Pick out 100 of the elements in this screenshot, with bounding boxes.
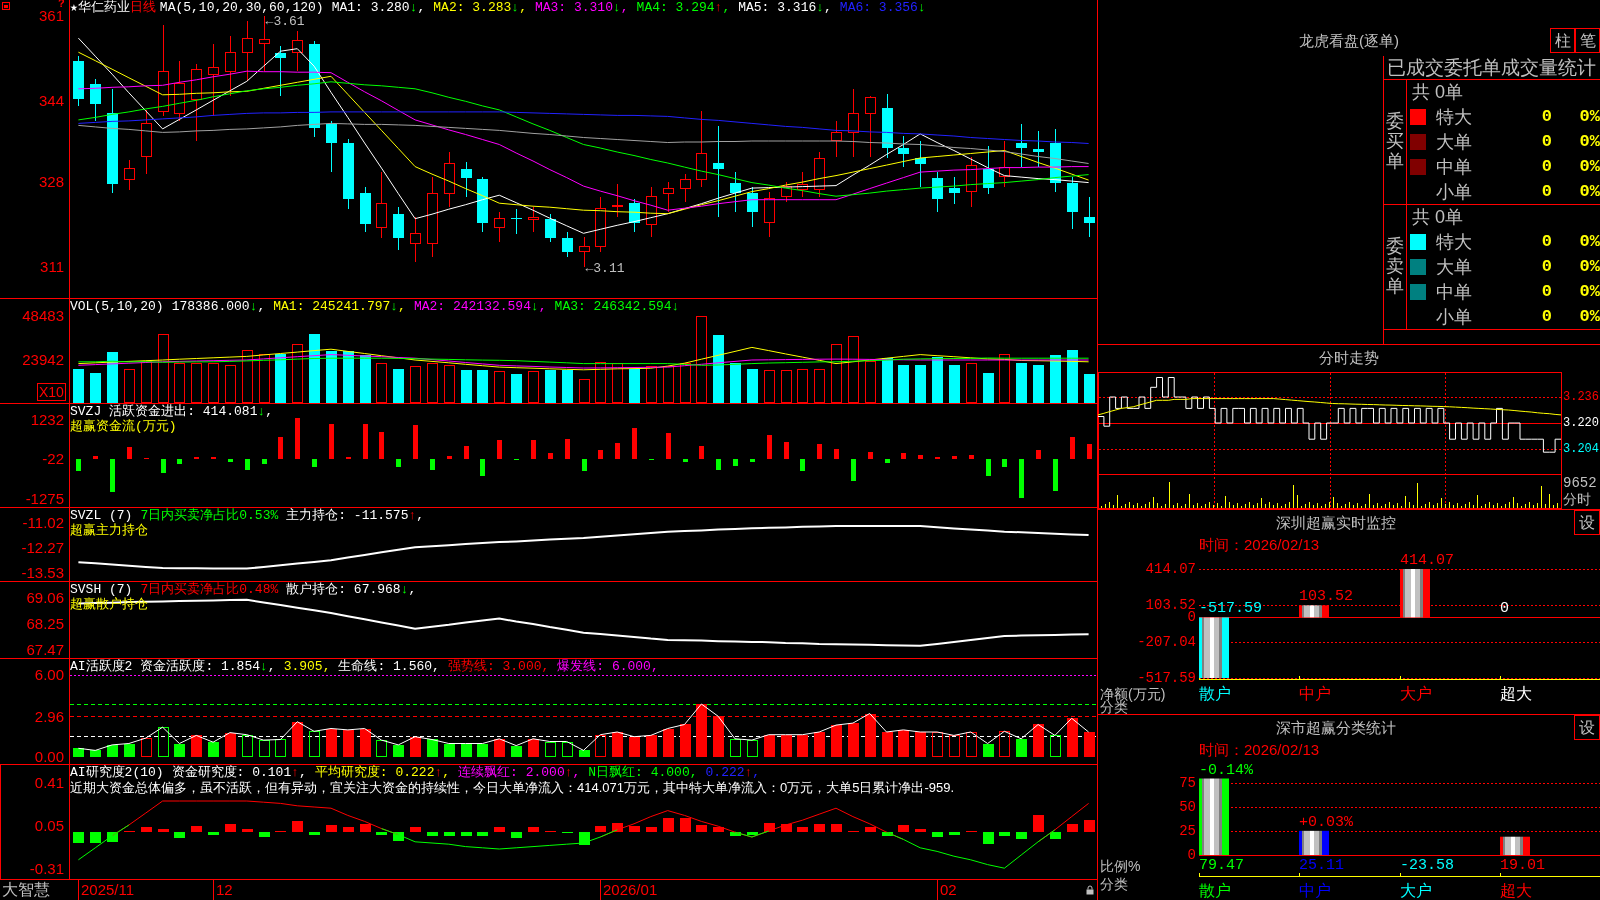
order-count: 0 [1541, 306, 1552, 327]
legend-value: 资金研究度: 0.101↑, [171, 765, 307, 780]
candle [275, 45, 286, 97]
settings-button[interactable]: 设 [1574, 510, 1600, 535]
order-share: 0% [1579, 232, 1600, 253]
order-total: 共 0单 [1412, 82, 1463, 103]
legend-value: 7日内买卖净占比0.48% [140, 582, 279, 597]
indicator-name: AI研究度2(10) [70, 765, 164, 780]
brand-label: 大智慧 [2, 881, 50, 899]
toggle-button[interactable]: 笔 [1575, 28, 1600, 53]
axis-tick-label: 361 [38, 9, 64, 24]
candle [932, 171, 943, 213]
category-label: 中户 [1299, 686, 1331, 702]
axis-tick-label: 75 [1179, 776, 1196, 789]
candle [797, 171, 808, 198]
change-label: -0.14% [1199, 762, 1253, 778]
axis-tick-label: 3.236 [1563, 391, 1599, 403]
price-annotation: ←3.11 [585, 261, 625, 275]
category-label: 中户 [1299, 883, 1331, 899]
candle [966, 156, 977, 208]
legend-value: 3.905, [283, 659, 331, 674]
candle [1033, 130, 1044, 168]
date-label: 2026/01 [600, 880, 658, 900]
indicator-subtitle: 超赢资金流(万元) [70, 419, 177, 434]
candle [410, 216, 421, 263]
volume-unit-label: X10 [37, 383, 66, 401]
candle [999, 140, 1010, 188]
price-annotation: ←3.61 [265, 15, 305, 29]
candle [292, 30, 303, 72]
toggle-button[interactable]: 柱 [1550, 28, 1575, 53]
legend-value: MA2: 242132.594↓, [413, 299, 547, 314]
candle [90, 78, 101, 122]
order-share: 0% [1579, 257, 1600, 277]
order-count: 0 [1541, 132, 1552, 152]
axis-tick-label: 0.00 [34, 750, 64, 765]
date-label: 12 [213, 880, 233, 900]
axis-tick-label: 0.05 [34, 819, 64, 834]
category-label: 散户 [1199, 686, 1231, 702]
axis-tick-label: 1232 [30, 412, 64, 427]
order-count: 0 [1541, 107, 1552, 128]
order-size-label: 小单 [1436, 181, 1472, 202]
date-label: 02 [937, 880, 957, 900]
order-size-label: 特大 [1436, 232, 1472, 253]
category-label: 大户 [1400, 686, 1432, 702]
volume-scale-label: 9652 [1563, 476, 1597, 490]
order-total: 共 0单 [1412, 207, 1463, 228]
order-share: 0% [1579, 132, 1600, 152]
candle [343, 138, 354, 210]
axis-tick-label: -12.27 [21, 540, 64, 555]
axis-tick-label: 48483 [22, 309, 64, 324]
candle [814, 151, 825, 198]
candle [444, 151, 455, 208]
candle [1067, 176, 1078, 230]
order-share: 0% [1579, 281, 1600, 302]
axis-tick-label: 0 [1187, 611, 1196, 624]
order-size-label: 大单 [1436, 132, 1472, 152]
settings-button[interactable]: 设 [1574, 715, 1600, 740]
candle [949, 176, 960, 205]
date-label: 2025/11 [78, 880, 135, 900]
candle [612, 183, 623, 218]
axis-tick-label: 69.06 [26, 590, 64, 605]
help-mark[interactable]: ? [58, 0, 65, 9]
candle [174, 60, 185, 122]
legend-value: 生命线: 1.560, [338, 659, 440, 674]
axis-tick-label: 2.96 [34, 709, 64, 724]
axis-title: 分类 [1100, 877, 1128, 891]
legend-value: MA5: 3.316↓, [738, 0, 832, 15]
candle [242, 20, 253, 82]
legend-value: MA1: 245241.797↓, [273, 299, 406, 314]
square-icon [2, 2, 10, 10]
category-label: 超大 [1500, 686, 1532, 702]
order-size-label: 特大 [1436, 107, 1472, 128]
axis-title: 分类 [1100, 700, 1128, 714]
candle [562, 231, 573, 258]
axis-tick-label: -11.02 [22, 516, 64, 531]
category-label: 超大 [1500, 883, 1532, 899]
lock-icon [1086, 885, 1094, 895]
candle [848, 88, 859, 158]
order-count: 0 [1541, 232, 1552, 253]
data-label: -517.59 [1199, 601, 1262, 617]
axis-tick-label: 344 [38, 94, 64, 109]
candle [376, 171, 387, 239]
order-count: 0 [1541, 181, 1552, 202]
candle [73, 55, 84, 107]
legend-value: 爆发线: 6.000, [557, 659, 659, 674]
candle [461, 161, 472, 198]
axis-title: 比例% [1100, 859, 1141, 873]
axis-tick-label: -13.53 [21, 565, 64, 580]
candle [1016, 123, 1027, 168]
axis-tick-label: 6.00 [34, 668, 64, 683]
order-share: 0% [1579, 181, 1600, 202]
stock-name: 华仁药业 [77, 0, 130, 15]
candle [865, 95, 876, 158]
order-count: 0 [1541, 281, 1552, 302]
indicator-name: VOL(5,10,20) [70, 299, 164, 314]
candle [511, 208, 522, 235]
section-title: 分时走势 [1319, 349, 1379, 366]
axis-tick-label: 3.220 [1563, 417, 1599, 429]
timestamp: 时间：2026/02/13 [1199, 742, 1320, 758]
axis-tick-label: -0.31 [29, 862, 64, 877]
